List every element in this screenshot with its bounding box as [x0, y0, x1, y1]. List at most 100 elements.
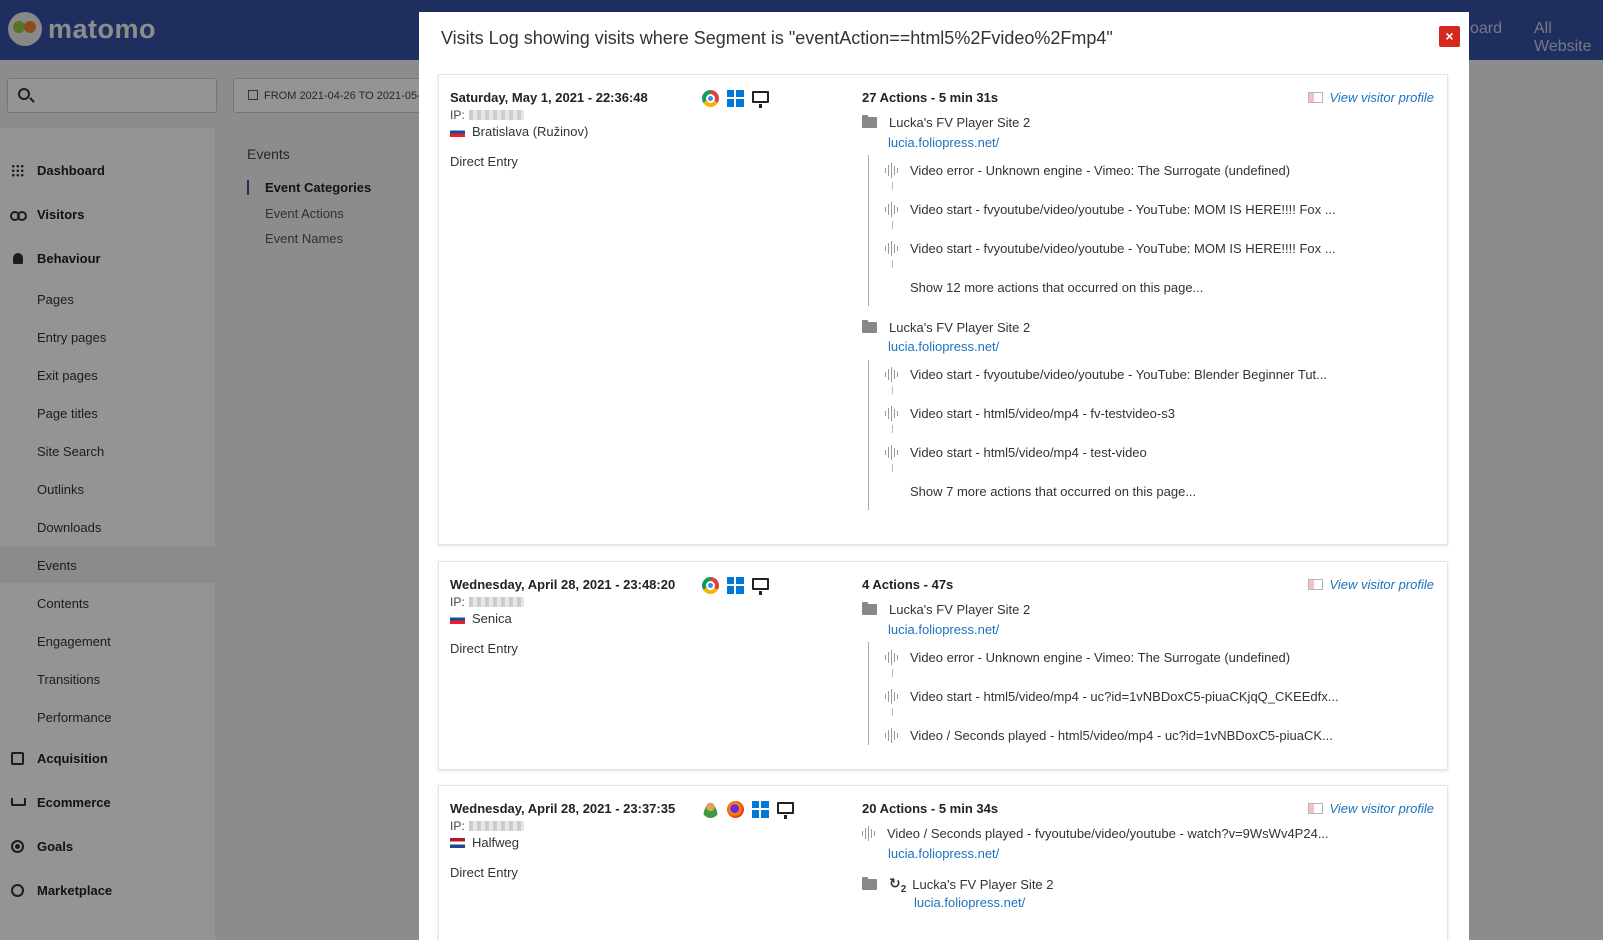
folder-icon [862, 115, 877, 128]
profile-card-icon [1308, 803, 1324, 814]
reload-count: 2 [900, 883, 907, 895]
page-title: Lucka's FV Player Site 2 [889, 602, 1031, 617]
event-label: Video error - Unknown engine - Vimeo: Th… [910, 163, 1291, 178]
visit-actions-summary: 27 Actions - 5 min 31s [862, 90, 999, 105]
event-connector [892, 708, 893, 716]
event-icon [885, 202, 900, 217]
action-timeline-line [868, 360, 869, 510]
view-visitor-profile-link[interactable]: View visitor profile [1308, 801, 1434, 816]
event-action-row[interactable]: Video start - html5/video/mp4 - fv-testv… [885, 406, 1175, 421]
visit-referrer: Direct Entry [450, 154, 518, 169]
flag-netherlands-icon [450, 837, 465, 848]
ip-label: IP: [450, 595, 465, 609]
page-title: Lucka's FV Player Site 2 [912, 877, 1054, 893]
visit-actions-summary: 20 Actions - 5 min 34s [862, 801, 999, 816]
event-label: Video / Seconds played - html5/video/mp4… [910, 728, 1333, 743]
view-visitor-profile-link[interactable]: View visitor profile [1308, 577, 1434, 592]
event-icon [885, 650, 900, 665]
profile-card-icon [1308, 92, 1324, 103]
page-title-row: Lucka's FV Player Site 2 [862, 602, 1030, 617]
event-connector [892, 386, 893, 394]
visit-referrer: Direct Entry [450, 865, 518, 880]
flag-slovakia-icon [450, 613, 465, 624]
event-label: Video start - html5/video/mp4 - fv-testv… [910, 406, 1175, 421]
page-title-row: Lucka's FV Player Site 2 [862, 320, 1030, 335]
action-timeline-line [868, 642, 869, 745]
event-icon [885, 163, 900, 178]
visit-ip: IP: [450, 108, 524, 122]
event-icon [885, 689, 900, 704]
event-action-row[interactable]: Video start - fvyoutube/video/youtube - … [885, 202, 1336, 217]
desktop-icon [777, 801, 794, 819]
firefox-icon [727, 801, 744, 818]
event-connector [892, 260, 893, 268]
ip-label: IP: [450, 819, 465, 833]
location-label: Senica [472, 611, 512, 626]
event-label: Video start - fvyoutube/video/youtube - … [910, 241, 1336, 256]
ip-redacted [468, 110, 524, 120]
event-icon [862, 826, 877, 841]
event-icon [885, 367, 900, 382]
event-connector [892, 669, 893, 677]
profile-link-label: View visitor profile [1329, 577, 1434, 592]
visits-log-modal: Visits Log showing visits where Segment … [419, 12, 1469, 940]
event-action-row[interactable]: Video start - html5/video/mp4 - uc?id=1v… [885, 689, 1339, 704]
visit-datetime: Saturday, May 1, 2021 - 22:36:48 [450, 90, 648, 105]
windows-icon [727, 577, 744, 594]
event-icon [885, 241, 900, 256]
event-label: Video start - fvyoutube/video/youtube - … [910, 367, 1327, 382]
visit-location: Senica [450, 611, 512, 626]
windows-icon [727, 90, 744, 107]
page-url-link[interactable]: lucia.foliopress.net/ [888, 135, 999, 150]
ip-label: IP: [450, 108, 465, 122]
visit-actions-summary: 4 Actions - 47s [862, 577, 954, 592]
event-label: Video start - html5/video/mp4 - test-vid… [910, 445, 1147, 460]
event-action-row[interactable]: Video start - html5/video/mp4 - test-vid… [885, 445, 1147, 460]
location-label: Bratislava (Ružinov) [472, 124, 589, 139]
folder-icon [862, 602, 877, 615]
event-action-row[interactable]: Video error - Unknown engine - Vimeo: Th… [885, 163, 1290, 178]
event-connector [892, 425, 893, 433]
profile-link-label: View visitor profile [1329, 801, 1434, 816]
page-url-link[interactable]: lucia.foliopress.net/ [888, 339, 999, 354]
event-action-row[interactable]: Video / Seconds played - html5/video/mp4… [885, 728, 1333, 743]
event-connector [892, 464, 893, 472]
view-visitor-profile-link[interactable]: View visitor profile [1308, 90, 1434, 105]
visit-location: Bratislava (Ružinov) [450, 124, 588, 139]
visit-ip: IP: [450, 819, 524, 833]
location-label: Halfweg [472, 835, 519, 850]
page-url-link[interactable]: lucia.foliopress.net/ [888, 622, 999, 637]
event-action-row[interactable]: Video start - fvyoutube/video/youtube - … [885, 241, 1336, 256]
visit-card: Wednesday, April 28, 2021 - 23:37:35 IP:… [438, 785, 1448, 940]
close-button[interactable]: × [1439, 26, 1460, 47]
page-url-link[interactable]: lucia.foliopress.net/ [914, 895, 1025, 910]
page-title: Lucka's FV Player Site 2 [889, 115, 1031, 130]
desktop-icon [752, 577, 769, 595]
flag-slovakia-icon [450, 126, 465, 137]
event-connector [892, 182, 893, 190]
page-title-row: ↻2 Lucka's FV Player Site 2 [862, 875, 1054, 895]
action-timeline-line [868, 155, 869, 306]
event-action-row[interactable]: Video / Seconds played - fvyoutube/video… [862, 826, 1329, 841]
windows-icon [752, 801, 769, 818]
desktop-icon [752, 90, 769, 108]
page-title-row: Lucka's FV Player Site 2 [862, 115, 1030, 130]
profile-card-icon [1308, 579, 1324, 590]
chrome-icon [702, 90, 719, 107]
event-action-row[interactable]: Video start - fvyoutube/video/youtube - … [885, 367, 1327, 382]
show-more-actions-link[interactable]: Show 7 more actions that occurred on thi… [910, 484, 1196, 499]
visit-device-icons [702, 577, 769, 595]
event-action-row[interactable]: Video error - Unknown engine - Vimeo: Th… [885, 650, 1290, 665]
visit-card: Wednesday, April 28, 2021 - 23:48:20 IP:… [438, 561, 1448, 770]
visit-device-icons [702, 90, 769, 108]
folder-icon [862, 320, 877, 333]
event-icon [885, 445, 900, 460]
event-label: Video start - fvyoutube/video/youtube - … [910, 202, 1336, 217]
ip-redacted [468, 821, 524, 831]
event-label: Video / Seconds played - fvyoutube/video… [887, 826, 1329, 841]
event-icon [885, 406, 900, 421]
page-url-link[interactable]: lucia.foliopress.net/ [888, 846, 999, 861]
show-more-actions-link[interactable]: Show 12 more actions that occurred on th… [910, 280, 1203, 295]
chrome-icon [702, 577, 719, 594]
event-label: Video error - Unknown engine - Vimeo: Th… [910, 650, 1291, 665]
